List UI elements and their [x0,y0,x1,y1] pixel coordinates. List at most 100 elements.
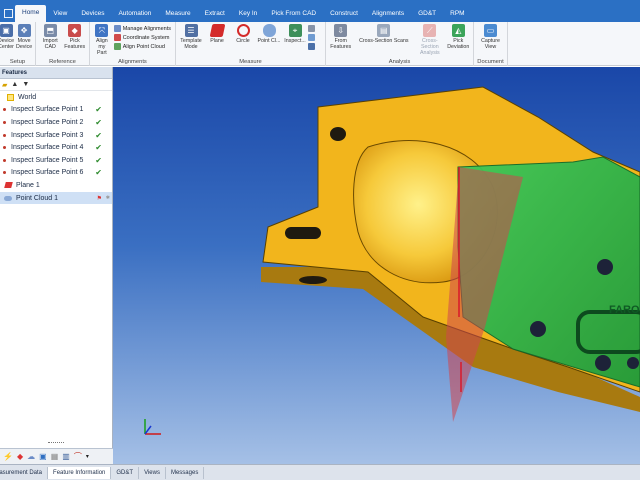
ribbon-group-setup: ▣ Device Center ✥ Move Device Setup [0,22,36,66]
shapes-icon[interactable]: ◆ [17,452,23,461]
coordinate-system-button[interactable]: Coordinate System [113,33,171,42]
tree-item-inspect-point-6[interactable]: Inspect Surface Point 6 ✔ [0,167,112,180]
layers-icon[interactable]: ▦ [51,452,59,461]
menu-bar: Home View Devices Automation Measure Ext… [0,0,640,22]
ribbon-group-measure: ☰ Template Mode Plane Circle Point Cl...… [176,22,326,66]
move-device-button[interactable]: ✥ Move Device [16,24,32,50]
3d-viewport[interactable]: FARO [113,67,640,464]
plane-label: Plane [210,38,224,44]
part-scene: FARO [144,86,640,435]
capture-view-icon: ▭ [484,24,497,37]
check-icon: ✔ [95,143,102,153]
tab-pick-from-cad[interactable]: Pick From CAD [264,6,323,22]
point-cloud-button[interactable]: Point Cl... [257,24,281,44]
check-icon: ✔ [95,130,102,140]
tab-view[interactable]: View [46,6,74,22]
cad-icon[interactable]: ▥ [62,452,70,461]
small-tool-2[interactable] [308,33,317,42]
coordinate-system-icon [113,34,121,41]
small-tool-2-icon [308,34,315,41]
small-tool-3[interactable] [308,42,317,51]
device-center-button[interactable]: ▣ Device Center [0,24,14,50]
curve-icon[interactable]: ⌒ [74,451,82,462]
device-center-label: Device Center [0,38,15,50]
group-label-setup: Setup [9,59,26,65]
folder-icon[interactable]: ▰ [2,81,7,89]
pick-features-button[interactable]: ◆ Pick Features [64,24,87,50]
features-toolbar: ▰ ▲ ▼ [0,79,112,91]
tree-item-inspect-point-5[interactable]: Inspect Surface Point 5 ✔ [0,154,112,167]
template-mode-button[interactable]: ☰ Template Mode [179,24,203,50]
circle-button[interactable]: Circle [231,24,255,44]
move-device-icon: ✥ [17,24,31,37]
align-point-cloud-button[interactable]: Align Point Cloud [113,42,171,51]
capture-view-label: Capture View [481,38,500,50]
inspect-icon: ⌖ [288,24,302,37]
cross-section-scans-button[interactable]: ▤ Cross-Section Scans [354,24,413,44]
manage-alignments-label: Manage Alignments [122,25,171,32]
capture-view-button[interactable]: ▭ Capture View [477,24,504,50]
tab-rpm[interactable]: RPM [443,6,471,22]
tab-views[interactable]: Views [139,466,166,479]
tree-item-point-cloud-1[interactable]: Point Cloud 1 ⚑ ✱ [0,191,112,205]
tree-item-inspect-point-3[interactable]: Inspect Surface Point 3 ✔ [0,129,112,142]
part-hole [330,127,346,141]
alignment-icon[interactable]: ▣ [39,452,47,461]
features-panel-header: Features [0,67,112,79]
tab-measurement-data[interactable]: Measurement Data [0,466,49,479]
from-features-button[interactable]: ⇩ From Features [329,24,352,50]
flag-icon: ⚑ [96,195,102,202]
tree-item-inspect-point-4[interactable]: Inspect Surface Point 4 ✔ [0,141,112,154]
tab-gdt-panel[interactable]: GD&T [111,466,140,479]
tab-alignments[interactable]: Alignments [365,6,411,22]
import-cad-label: Import CAD [42,38,58,50]
panel-splitter[interactable] [48,442,64,444]
ribbon-group-document: ▭ Capture View Document [474,22,508,66]
cloud-icon[interactable]: ☁ [27,452,35,461]
check-icon: ✔ [95,105,102,115]
move-up-icon[interactable]: ▲ [11,81,18,88]
manage-alignments-button[interactable]: Manage Alignments [113,24,171,33]
dropdown-icon[interactable]: ▾ [86,453,89,460]
tree-item-inspect-point-1[interactable]: Inspect Surface Point 1 ✔ [0,104,112,117]
inspect-button[interactable]: ⌖ Inspect... [283,24,307,44]
coordinate-system-label: Coordinate System [122,34,170,41]
features-panel-title: Features [2,69,28,76]
tree-item-label: Inspect Surface Point 5 [11,156,84,164]
tab-measure[interactable]: Measure [158,6,197,22]
panel-bottom-toolbar: ⚡ ◆ ☁ ▣ ▦ ▥ ⌒ ▾ [0,448,113,464]
point-cloud-icon [262,24,276,37]
plane-icon [209,24,225,37]
group-label-reference: Reference [49,59,76,65]
small-tool-1[interactable] [308,24,317,33]
tab-extract[interactable]: Extract [198,6,232,22]
tab-home[interactable]: Home [15,5,47,22]
import-cad-button[interactable]: ⬒ Import CAD [39,24,62,50]
pin-icon[interactable]: ✱ [106,195,110,201]
move-down-icon[interactable]: ▼ [22,81,29,88]
tab-devices[interactable]: Devices [74,6,111,22]
align-my-part-button[interactable]: ⤧ Align my Part [93,24,111,56]
cross-section-analysis-button[interactable]: ⟋ Cross-Section Analysis [415,24,444,56]
import-cad-icon: ⬒ [43,24,57,37]
plane-button[interactable]: Plane [205,24,229,44]
point-icon [3,146,6,150]
tab-construct[interactable]: Construct [323,6,365,22]
scan-hole [595,355,611,371]
tab-automation[interactable]: Automation [111,6,158,22]
tab-gdt[interactable]: GD&T [411,6,443,22]
tree-item-inspect-point-2[interactable]: Inspect Surface Point 2 ✔ [0,116,112,129]
ribbon: ▣ Device Center ✥ Move Device Setup ⬒ Im… [0,22,640,66]
tab-messages[interactable]: Messages [166,466,205,479]
measure-icon[interactable]: ⚡ [3,452,13,461]
pick-deviation-label: Pick Deviation [447,38,470,50]
tree-item-world[interactable]: World [0,91,112,104]
alignment-commands: Manage Alignments Coordinate System Alig… [113,24,171,51]
tab-feature-information[interactable]: Feature Information [48,466,112,479]
point-icon [3,171,6,175]
pick-deviation-button[interactable]: ◭ Pick Deviation [447,24,470,50]
tree-item-plane-1[interactable]: Plane 1 [0,179,112,192]
from-features-label: From Features [330,38,352,50]
tab-key-in[interactable]: Key In [232,6,264,22]
align-my-part-label: Align my Part [95,38,108,56]
